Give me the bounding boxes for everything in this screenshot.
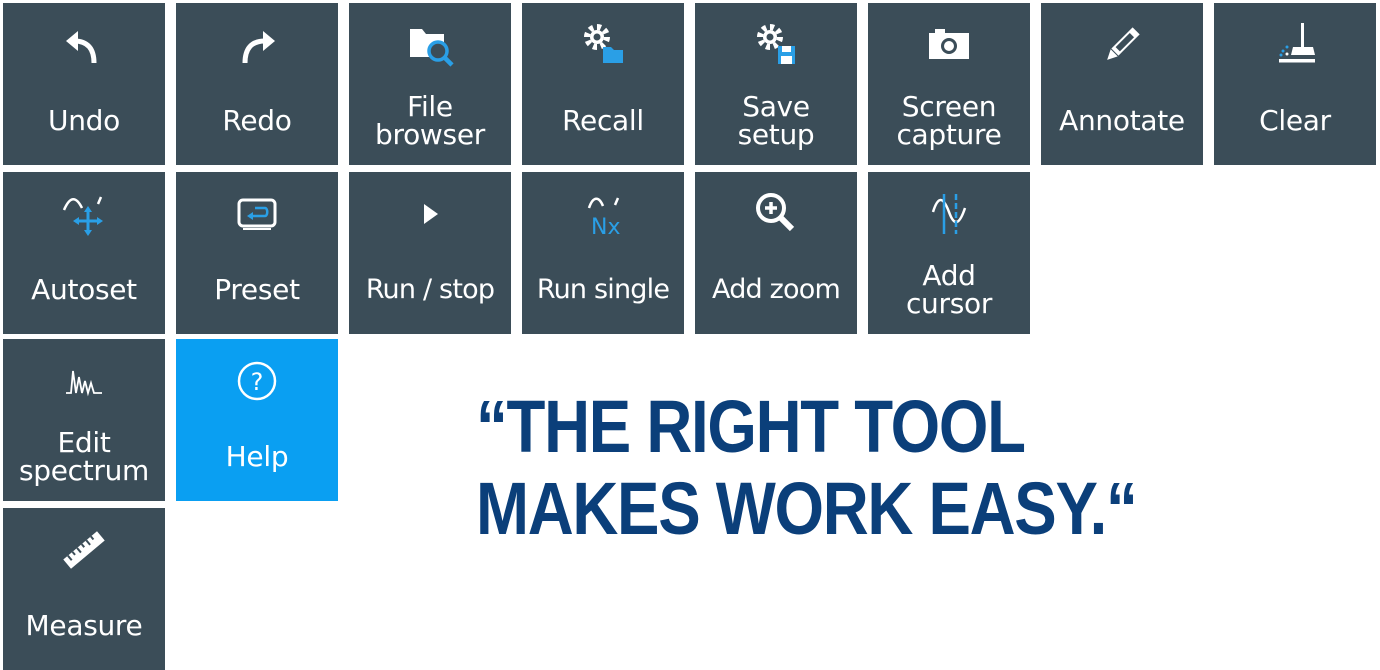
screen-capture-label: Screen capture bbox=[896, 90, 1002, 151]
run-single-button[interactable]: Nx Run single bbox=[522, 172, 684, 334]
redo-label: Redo bbox=[222, 104, 292, 137]
ruler-icon bbox=[63, 531, 105, 569]
screen-capture-button[interactable]: Screen capture bbox=[868, 3, 1030, 165]
help-label: Help bbox=[225, 440, 289, 473]
save-setup-label: Save setup bbox=[737, 90, 815, 151]
run-stop-button[interactable]: Run / stop bbox=[349, 172, 511, 334]
undo-label: Undo bbox=[48, 104, 120, 137]
add-zoom-button[interactable]: Add zoom bbox=[695, 172, 857, 334]
recall-button[interactable]: Recall bbox=[522, 3, 684, 165]
add-cursor-button[interactable]: Add cursor bbox=[868, 172, 1030, 334]
slogan-line-2: MAKES WORK EASY.“ bbox=[476, 467, 1138, 550]
help-button[interactable]: ? Help bbox=[176, 339, 338, 501]
save-setup-button[interactable]: Save setup bbox=[695, 3, 857, 165]
autoset-icon bbox=[62, 196, 103, 236]
slogan-quote: “THE RIGHT TOOL MAKES WORK EASY.“ bbox=[476, 386, 1233, 550]
pencil-icon bbox=[1107, 27, 1140, 60]
clear-broom-icon bbox=[1279, 23, 1315, 63]
redo-button[interactable]: Redo bbox=[176, 3, 338, 165]
file-browser-icon bbox=[410, 29, 454, 67]
run-single-label: Run single bbox=[536, 274, 670, 305]
autoset-label: Autoset bbox=[31, 273, 137, 306]
annotate-button[interactable]: Annotate bbox=[1041, 3, 1203, 165]
save-setup-icon bbox=[757, 24, 795, 64]
svg-text:?: ? bbox=[251, 368, 264, 396]
camera-icon bbox=[929, 29, 969, 59]
run-stop-label: Run / stop bbox=[365, 274, 495, 305]
preset-button[interactable]: Preset bbox=[176, 172, 338, 334]
recall-label: Recall bbox=[562, 104, 644, 137]
annotate-label: Annotate bbox=[1059, 104, 1185, 137]
svg-text:Nx: Nx bbox=[591, 215, 620, 240]
clear-button[interactable]: Clear bbox=[1214, 3, 1376, 165]
edit-spectrum-button[interactable]: Edit spectrum bbox=[3, 339, 165, 501]
autoset-button[interactable]: Autoset bbox=[3, 172, 165, 334]
undo-icon bbox=[66, 31, 97, 64]
run-single-icon: Nx bbox=[587, 197, 620, 240]
measure-button[interactable]: Measure bbox=[3, 508, 165, 670]
add-cursor-label: Add cursor bbox=[905, 259, 993, 320]
play-icon bbox=[424, 204, 438, 224]
file-browser-button[interactable]: File browser bbox=[349, 3, 511, 165]
spectrum-icon bbox=[66, 370, 102, 397]
add-zoom-label: Add zoom bbox=[712, 274, 841, 305]
zoom-in-icon bbox=[756, 193, 795, 232]
file-browser-label: File browser bbox=[375, 90, 485, 151]
slogan-line-1: “THE RIGHT TOOL bbox=[476, 385, 1026, 468]
clear-label: Clear bbox=[1259, 104, 1331, 137]
undo-button[interactable]: Undo bbox=[3, 3, 165, 165]
recall-icon bbox=[584, 24, 623, 63]
preset-label: Preset bbox=[214, 273, 300, 306]
preset-icon bbox=[237, 198, 277, 230]
redo-icon bbox=[242, 31, 275, 64]
help-icon: ? bbox=[237, 361, 277, 401]
edit-spectrum-label: Edit spectrum bbox=[18, 426, 150, 487]
measure-label: Measure bbox=[25, 609, 143, 642]
cursor-icon bbox=[931, 194, 967, 234]
